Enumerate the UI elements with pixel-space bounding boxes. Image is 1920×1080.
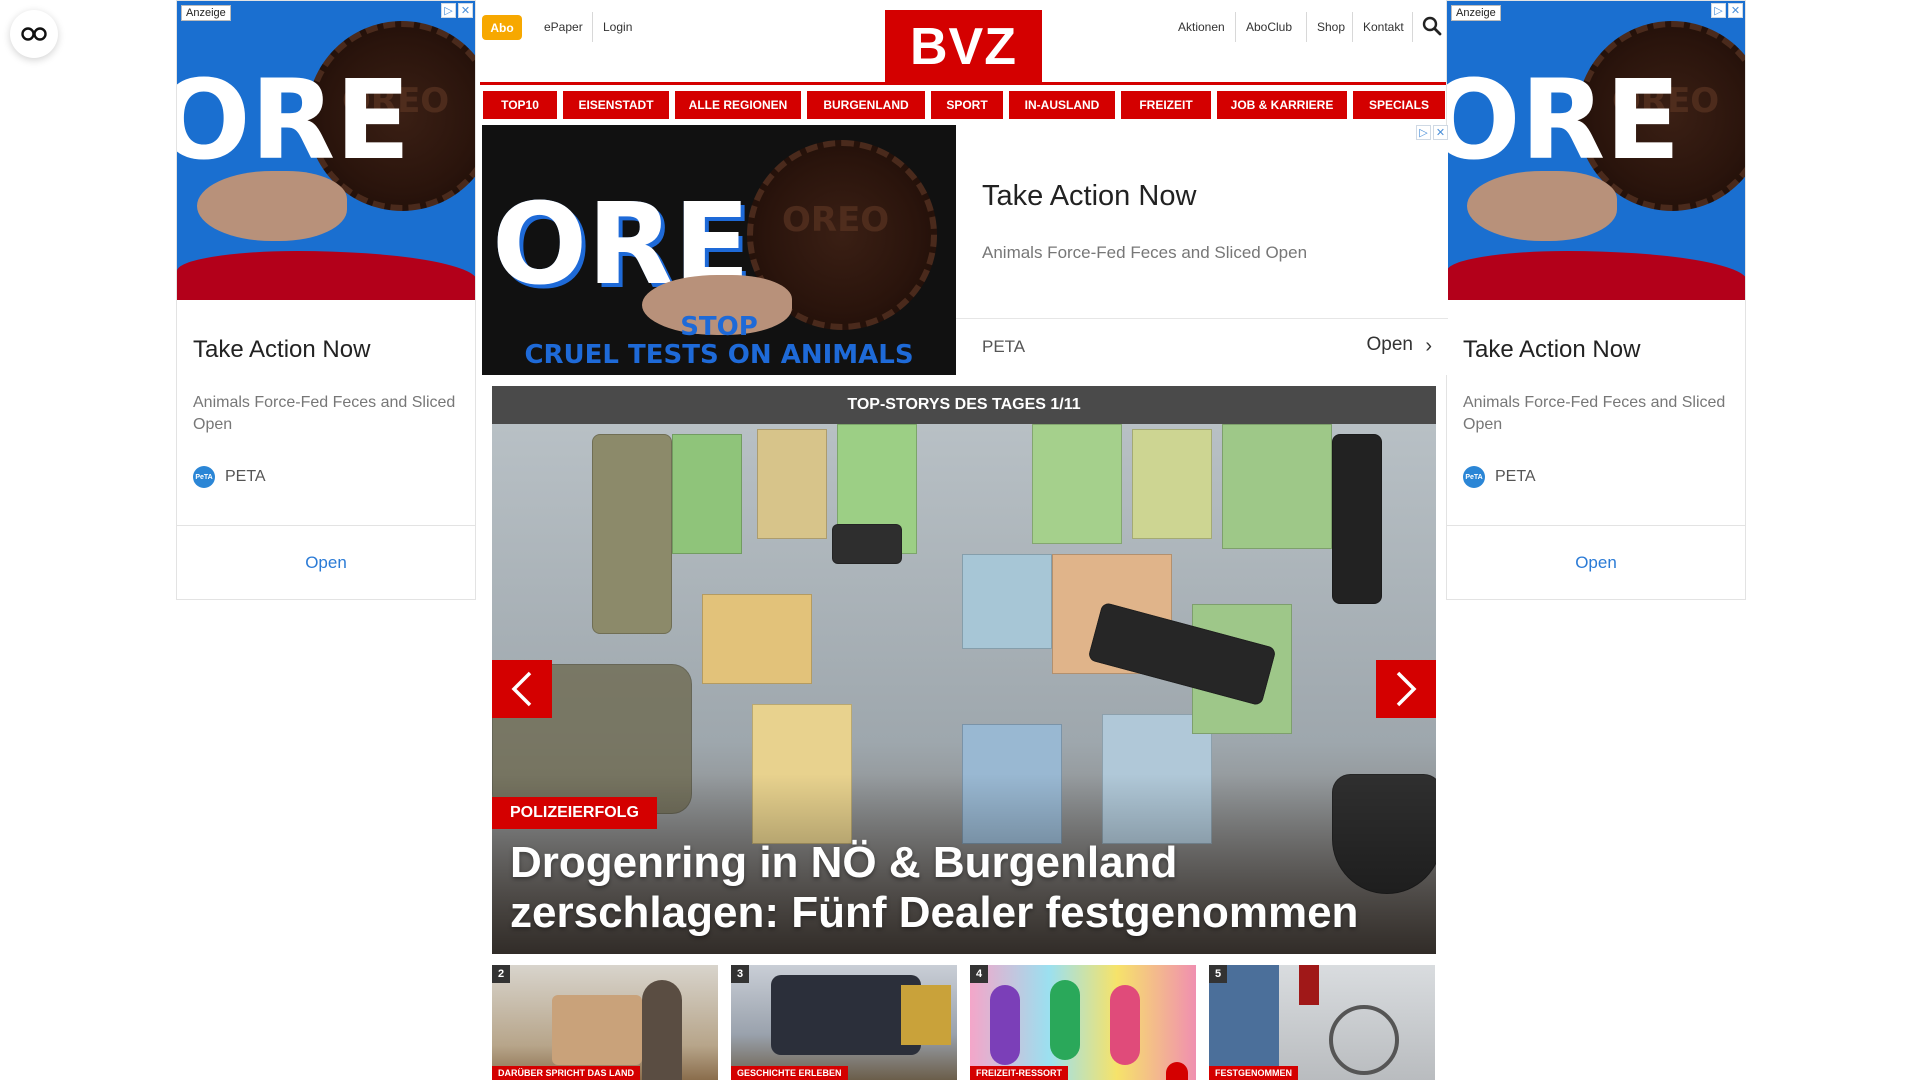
ad-info-icon[interactable]: ▷ (441, 3, 456, 18)
ad-choices[interactable]: ▷ ✕ (441, 3, 473, 18)
hero-story[interactable]: POLIZEIERFOLG Drogenring in NÖ & Burgenl… (492, 424, 1436, 954)
ad-label: Anzeige (181, 5, 231, 21)
thumb-number: 5 (1209, 965, 1227, 983)
story-thumb[interactable]: 2 DARÜBER SPRICHT DAS LAND (492, 965, 718, 1080)
header-divider (480, 82, 1446, 85)
site-logo[interactable]: BVZ (885, 10, 1042, 84)
ad-close-icon[interactable]: ✕ (458, 3, 473, 18)
story-thumb[interactable]: 5 FESTGENOMMEN (1209, 965, 1435, 1080)
ad-open-button[interactable]: Open (177, 525, 475, 599)
ad-label: Anzeige (1451, 5, 1501, 21)
thumb-category: FREIZEIT-RESSORT (970, 1066, 1069, 1080)
ad-brand-name: PETA (225, 468, 266, 485)
ad-image[interactable]: OREO ORE (177, 1, 475, 300)
ad-close-icon[interactable]: ✕ (1728, 3, 1743, 18)
ad-open-button[interactable]: Open (1367, 334, 1413, 356)
search-icon[interactable] (1422, 16, 1442, 36)
carousel-next-button[interactable] (1376, 660, 1436, 718)
reader-mode-button[interactable] (10, 10, 58, 58)
story-thumb[interactable]: 3 GESCHICHTE ERLEBEN (731, 965, 957, 1080)
login-link[interactable]: Login (603, 20, 632, 34)
nav-burgenland[interactable]: BURGENLAND (807, 91, 925, 119)
ad-banner-line: CRUEL TESTS ON ANIMALS (524, 340, 914, 370)
peta-logo-icon: PeTA (1463, 466, 1485, 488)
hero-category-tag[interactable]: POLIZEIERFOLG (492, 797, 657, 829)
ad-info-icon[interactable]: ▷ (1416, 125, 1431, 140)
divider (592, 12, 593, 42)
ad-choices[interactable]: ▷ ✕ (1416, 125, 1448, 140)
camera-icon (1166, 1062, 1188, 1080)
ad-title[interactable]: Take Action Now (193, 336, 459, 364)
chevron-right-icon: › (1425, 335, 1432, 357)
hero-headline[interactable]: Drogenring in NÖ & Burgenland zerschlage… (510, 838, 1410, 938)
divider (1412, 12, 1413, 42)
ad-advertiser: PeTA PETA (193, 466, 459, 488)
ad-description: Animals Force-Fed Feces and Sliced Open (982, 243, 1308, 262)
nav-job-karriere[interactable]: JOB & KARRIERE (1217, 91, 1347, 119)
thumb-category: GESCHICHTE ERLEBEN (731, 1066, 848, 1080)
thumb-number: 4 (970, 965, 988, 983)
ad-open-button[interactable]: Open (1447, 525, 1745, 599)
carousel-prev-button[interactable] (492, 660, 552, 718)
nav-sport[interactable]: SPORT (931, 91, 1003, 119)
thumb-category: DARÜBER SPRICHT DAS LAND (492, 1066, 641, 1080)
chevron-left-icon (511, 671, 532, 707)
ad-image[interactable]: OREO ORE (1447, 1, 1745, 300)
ad-footer[interactable]: PETA Open › (956, 318, 1448, 375)
nav-link-shop[interactable]: Shop (1317, 20, 1345, 34)
ad-image[interactable]: OREO ORE STOP CRUEL TESTS ON ANIMALS (482, 125, 956, 375)
thumb-category: FESTGENOMMEN (1209, 1066, 1299, 1080)
ad-info-icon[interactable]: ▷ (1711, 3, 1726, 18)
story-thumb[interactable]: 4 FREIZEIT-RESSORT (970, 965, 1196, 1080)
story-thumbnails: 2 DARÜBER SPRICHT DAS LAND 3 GESCHICHTE … (492, 965, 1436, 1080)
site-header: Abo ePaper Login BVZ Aktionen AboClub Sh… (480, 0, 1446, 122)
divider (1352, 12, 1353, 42)
ad-title[interactable]: Take Action Now (1463, 336, 1729, 364)
ad-banner-text: STOP CRUEL TESTS ON ANIMALS (482, 313, 956, 369)
nav-specials[interactable]: SPECIALS (1353, 91, 1445, 119)
center-banner-ad[interactable]: OREO ORE STOP CRUEL TESTS ON ANIMALS ▷ ✕… (482, 125, 1448, 375)
ad-brand-name: PETA (982, 337, 1026, 356)
ad-brand-text: ORE (177, 56, 411, 184)
nav-link-aktionen[interactable]: Aktionen (1178, 20, 1225, 34)
nav-link-kontakt[interactable]: Kontakt (1363, 20, 1404, 34)
ad-cookie-text: OREO (782, 200, 890, 240)
divider (1235, 12, 1236, 42)
ad-description: Animals Force-Fed Feces and Sliced Open (193, 394, 456, 433)
ad-advertiser: PeTA PETA (1463, 466, 1729, 488)
nav-in-ausland[interactable]: IN-AUSLAND (1009, 91, 1115, 119)
nav-link-aboclub[interactable]: AboClub (1246, 20, 1292, 34)
thumb-number: 3 (731, 965, 749, 983)
abo-button[interactable]: Abo (482, 15, 522, 40)
ad-brand-name: PETA (1495, 468, 1536, 485)
ad-close-icon[interactable]: ✕ (1433, 125, 1448, 140)
ad-title[interactable]: Take Action Now (982, 180, 1196, 213)
ad-description: Animals Force-Fed Feces and Sliced Open (1463, 394, 1726, 433)
chevron-right-icon (1396, 671, 1417, 707)
nav-top10[interactable]: TOP10 (483, 91, 557, 119)
top-stories-header: TOP-STORYS DES TAGES 1/11 (492, 386, 1436, 424)
peta-logo-icon: PeTA (193, 466, 215, 488)
glasses-icon (21, 27, 47, 41)
ad-banner-line: STOP (680, 312, 758, 342)
nav-freizeit[interactable]: FREIZEIT (1121, 91, 1211, 119)
nav-eisenstadt[interactable]: EISENSTADT (563, 91, 669, 119)
divider (1306, 12, 1307, 42)
left-side-ad[interactable]: OREO ORE Anzeige ▷ ✕ Take Action Now Ani… (176, 0, 476, 600)
right-side-ad[interactable]: OREO ORE Anzeige ▷ ✕ Take Action Now Ani… (1446, 0, 1746, 600)
main-navigation: TOP10 EISENSTADT ALLE REGIONEN BURGENLAN… (483, 91, 1445, 119)
ad-brand-text: ORE (1447, 56, 1681, 184)
ad-choices[interactable]: ▷ ✕ (1711, 3, 1743, 18)
epaper-link[interactable]: ePaper (544, 20, 583, 34)
nav-alle-regionen[interactable]: ALLE REGIONEN (675, 91, 801, 119)
thumb-number: 2 (492, 965, 510, 983)
